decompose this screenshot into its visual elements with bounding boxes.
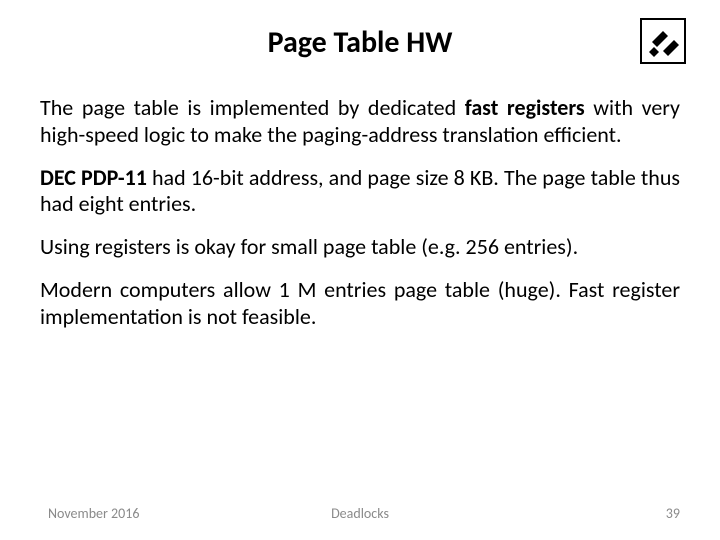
slide: Page Table HW The page table is implemen… xyxy=(0,0,720,540)
footer-page-number: 39 xyxy=(666,505,680,522)
slide-header: Page Table HW xyxy=(40,24,680,61)
slide-title: Page Table HW xyxy=(268,24,453,61)
paragraph-3: Using registers is okay for small page t… xyxy=(40,234,680,261)
paragraph-2: DEC PDP-11 had 16-bit address, and page … xyxy=(40,165,680,219)
technion-logo-icon xyxy=(640,18,686,64)
bold-text: fast registers xyxy=(465,94,585,121)
footer-date: November 2016 xyxy=(48,505,139,522)
paragraph-4: Modern computers allow 1 M entries page … xyxy=(40,277,680,331)
slide-footer: November 2016 Deadlocks 39 xyxy=(0,505,720,522)
footer-topic: Deadlocks xyxy=(331,505,389,522)
paragraph-1: The page table is implemented by dedicat… xyxy=(40,95,680,149)
bold-text: DEC PDP-11 xyxy=(40,164,147,191)
text: The page table is implemented by dedicat… xyxy=(40,94,465,121)
slide-body: The page table is implemented by dedicat… xyxy=(40,95,680,331)
